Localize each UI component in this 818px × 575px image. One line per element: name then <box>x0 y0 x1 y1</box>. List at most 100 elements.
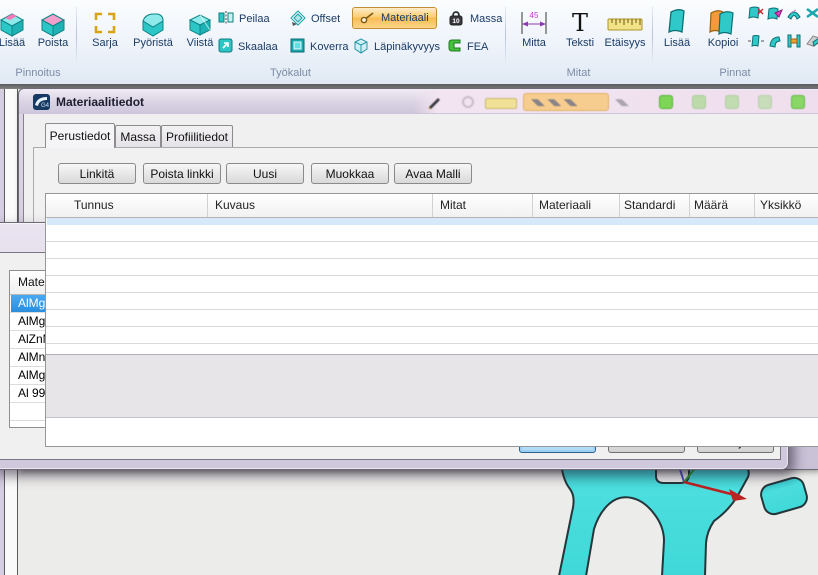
ribbon-button-surface-cap[interactable] <box>786 6 802 25</box>
new-button[interactable]: Uusi <box>226 163 304 184</box>
cad-model-part[interactable] <box>559 460 809 575</box>
ribbon-group-label-pinnat: Pinnat <box>652 67 818 79</box>
pattern-brackets-icon <box>92 3 118 37</box>
ribbon-button-label: Kopioi <box>708 37 739 49</box>
ribbon-button-label: Pyöristä <box>133 37 173 49</box>
offset-icon <box>290 10 306 29</box>
surface-copy-icon <box>708 3 738 37</box>
tab-massa[interactable]: Massa <box>115 125 161 147</box>
scale-icon <box>218 38 233 56</box>
button-label: Muokkaa <box>326 167 375 181</box>
ribbon-button-label: Teksti <box>566 37 594 49</box>
ribbon-button-label: Lisää <box>0 37 25 49</box>
text-icon: T <box>572 3 588 37</box>
button-label: Avaa Malli <box>405 167 460 181</box>
ribbon-button-surface-trim[interactable] <box>767 6 783 25</box>
ribbon-button-label: Koverra <box>310 41 349 53</box>
ribbon-toolbar: Lisää Poista Pinnoitus Sarja Pyöristä <box>0 0 818 84</box>
ribbon-button-distance[interactable]: Etäisyys <box>600 3 650 63</box>
column-header[interactable]: Mitat <box>440 198 466 212</box>
ribbon-button-label: Läpinäkyvyys <box>374 41 440 53</box>
ribbon-button-surface-fillet[interactable] <box>767 34 783 53</box>
chamfer-cube-icon <box>187 3 213 37</box>
fea-icon <box>447 38 462 56</box>
ribbon-button-surface-delete[interactable] <box>748 6 764 25</box>
ribbon-button-label: Skaalaa <box>238 41 278 53</box>
ribbon-separator <box>505 6 506 64</box>
open-model-button[interactable]: Avaa Malli <box>394 163 472 184</box>
ribbon-button-surface-add[interactable]: Lisää <box>658 3 696 63</box>
hollow-icon <box>290 38 305 56</box>
fillet-cube-icon <box>139 3 167 37</box>
ribbon-button-coating-add[interactable]: Lisää <box>0 3 34 63</box>
ribbon-button-label: Massa <box>470 13 502 25</box>
ribbon-button-scale[interactable]: Skaalaa <box>218 36 278 58</box>
column-header[interactable]: Yksikkö <box>760 198 801 212</box>
material-pin-icon <box>360 10 376 27</box>
ribbon-button-mass[interactable]: 10 Massa <box>447 8 502 30</box>
ribbon-button-label: Poista <box>38 37 69 49</box>
svg-text:10: 10 <box>452 18 460 25</box>
column-header[interactable]: Tunnus <box>74 198 114 212</box>
column-header[interactable]: Standardi <box>624 198 675 212</box>
ribbon-button-label: Mitta <box>522 37 546 49</box>
ribbon-button-chamfer[interactable]: Viistä <box>180 3 220 63</box>
ribbon-button-fillet[interactable]: Pyöristä <box>128 3 178 63</box>
ribbon-button-pattern[interactable]: Sarja <box>84 3 126 63</box>
mass-weight-icon: 10 <box>447 10 465 29</box>
ribbon-button-dimension[interactable]: 45 Mitta <box>512 3 556 63</box>
tab-perustiedot[interactable]: Perustiedot <box>45 123 115 148</box>
ribbon-separator <box>652 6 653 64</box>
link-button[interactable]: Linkitä <box>58 163 136 184</box>
ribbon-button-text[interactable]: T Teksti <box>560 3 600 63</box>
ribbon-button-offset[interactable]: Offset <box>290 8 340 30</box>
ribbon-button-coating-remove[interactable]: Poista <box>30 3 76 63</box>
ribbon-button-surface-split[interactable] <box>805 6 818 25</box>
selected-row-highlight <box>47 218 818 225</box>
table-rows-area <box>46 225 818 354</box>
tab-profiilitiedot[interactable]: Profiilitiedot <box>161 125 233 147</box>
button-label: Uusi <box>253 167 277 181</box>
surface-add-icon <box>666 3 688 37</box>
ribbon-button-material-active[interactable]: Materiaali <box>352 7 437 29</box>
ribbon-button-fea[interactable]: FEA <box>447 36 488 58</box>
column-header[interactable]: Materiaali <box>539 198 591 212</box>
ribbon-button-label: Viistä <box>187 37 214 49</box>
ribbon-button-surface-loft[interactable] <box>786 34 802 53</box>
cad-model-piece[interactable] <box>759 476 810 517</box>
ribbon-button-label: Peilaa <box>239 13 270 25</box>
svg-text:45: 45 <box>530 11 539 20</box>
coating-add-cube-icon <box>0 3 27 37</box>
ribbon-separator <box>76 6 77 64</box>
ribbon-group-label-mitat: Mitat <box>505 67 652 79</box>
ribbon-button-surface-extend[interactable] <box>748 34 764 53</box>
lower-section <box>46 354 818 418</box>
ribbon-button-hollow[interactable]: Koverra <box>290 36 349 58</box>
ribbon-button-transparency[interactable]: Läpinäkyvyys <box>352 36 440 58</box>
column-header[interactable]: Määrä <box>694 198 728 212</box>
ruler-icon <box>607 3 643 37</box>
app-window: Lisää Poista Pinnoitus Sarja Pyöristä <box>0 0 818 575</box>
coating-remove-cube-icon <box>38 3 68 37</box>
transparency-cube-icon <box>352 37 369 57</box>
ribbon-button-label: Materiaali <box>381 12 429 24</box>
tab-label: Profiilitiedot <box>166 130 228 144</box>
edit-button[interactable]: Muokkaa <box>311 163 389 184</box>
ribbon-button-label: Sarja <box>92 37 118 49</box>
link-table-header: Tunnus Kuvaus Mitat Materiaali Standardi… <box>46 194 818 218</box>
ribbon-button-label: Etäisyys <box>605 37 646 49</box>
ribbon-group-label-tyokalut: Työkalut <box>76 67 505 79</box>
ribbon-button-label: Lisää <box>664 37 690 49</box>
ribbon-button-label: FEA <box>467 41 488 53</box>
mirror-icon <box>218 10 234 28</box>
dimension-icon: 45 <box>519 3 549 37</box>
tab-label: Perustiedot <box>50 129 111 143</box>
column-header[interactable]: Kuvaus <box>215 198 255 212</box>
remove-link-button[interactable]: Poista linkki <box>143 163 221 184</box>
ribbon-button-mirror[interactable]: Peilaa <box>218 8 270 30</box>
button-label: Poista linkki <box>150 167 213 181</box>
ribbon-button-surface-offset[interactable] <box>805 34 818 53</box>
ribbon-group-label-pinnoitus: Pinnoitus <box>0 67 76 79</box>
ribbon-button-surface-copy[interactable]: Kopioi <box>700 3 746 63</box>
link-table[interactable]: Tunnus Kuvaus Mitat Materiaali Standardi… <box>45 193 818 447</box>
